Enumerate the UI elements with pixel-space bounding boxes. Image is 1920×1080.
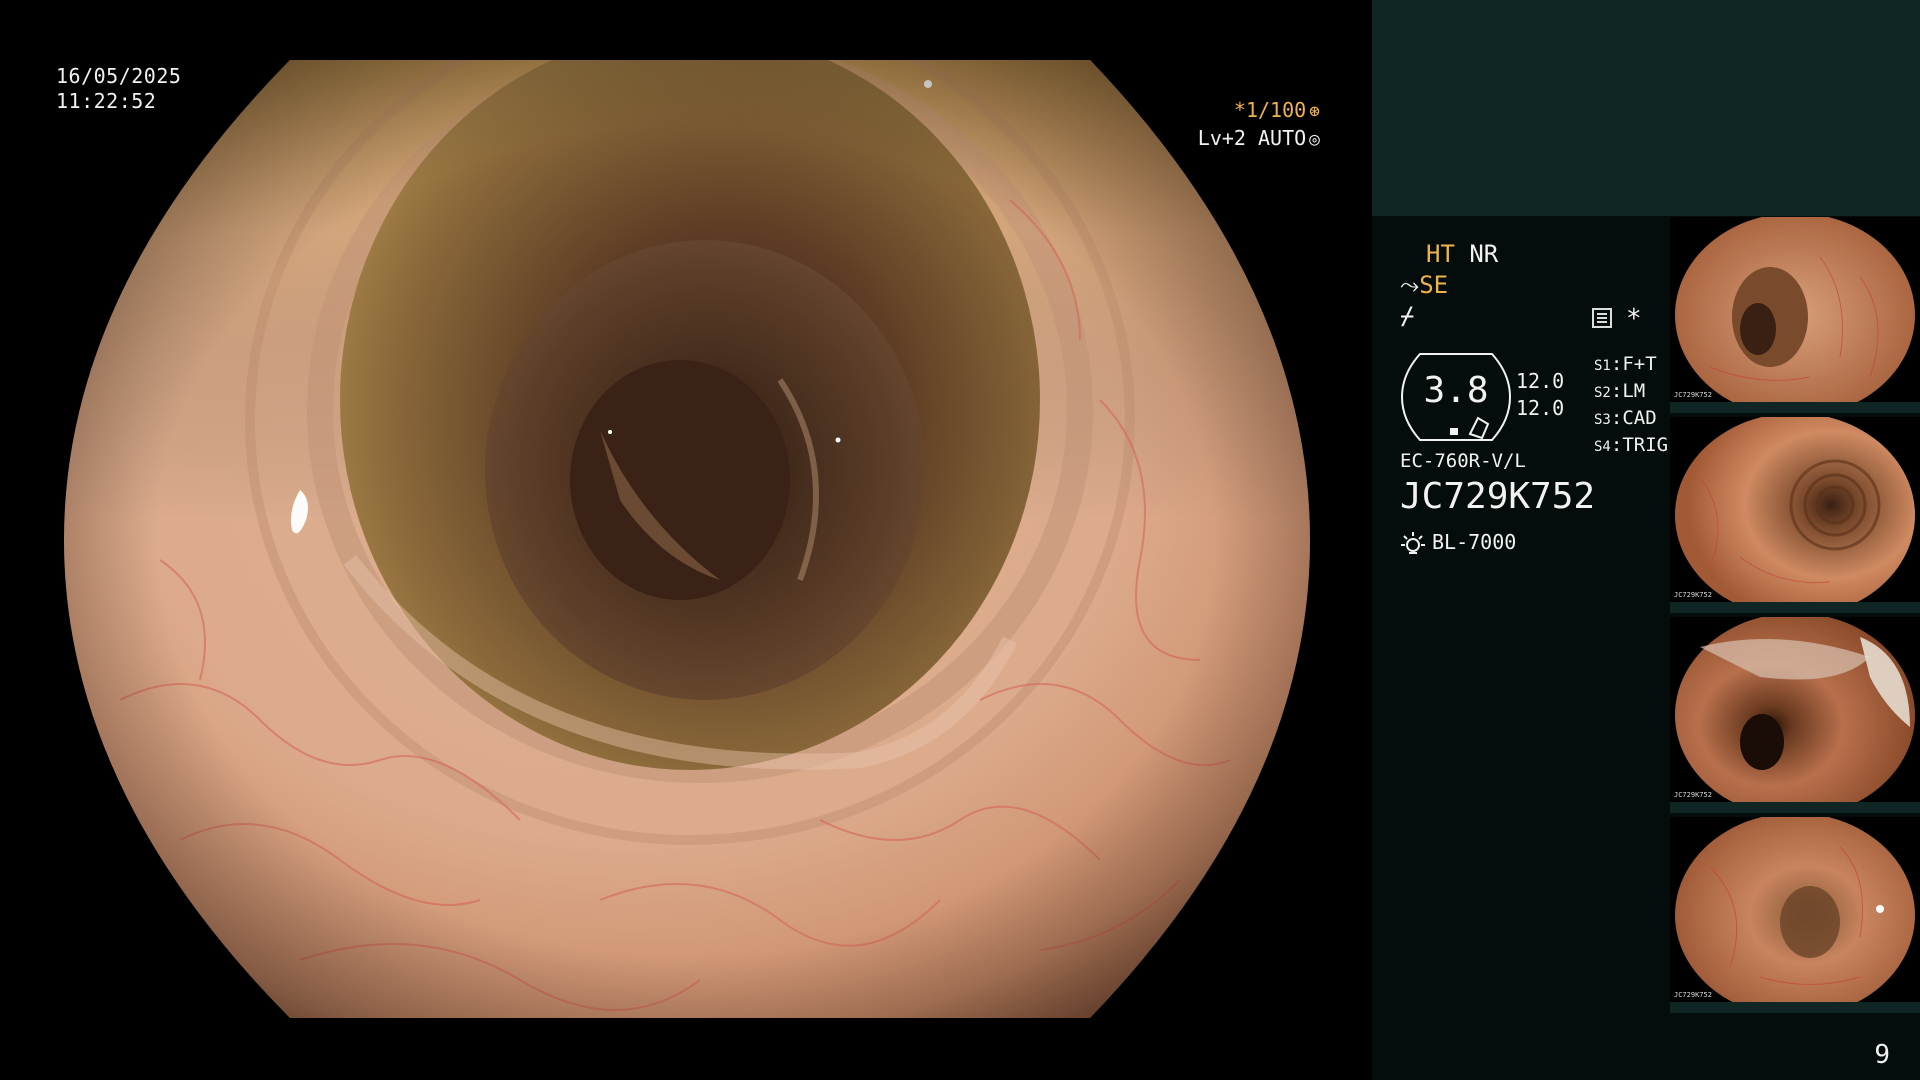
scope-model: EC-760R-V/L [1400, 450, 1526, 472]
thumbnail-label: JC729K752 [1674, 991, 1712, 999]
panel-header-area [1372, 0, 1920, 216]
endoscope-image [64, 60, 1310, 1018]
slot-row: S1:F+T [1594, 353, 1657, 375]
time-text: 11:22:52 [56, 89, 157, 113]
slot-key: S3 [1594, 412, 1611, 428]
endoscope-main-view: 16/05/2025 11:22:52 *1/100 ⊛ Lv+2 AUTO ◎ [0, 0, 1372, 1080]
slot-row: S3:CAD [1594, 407, 1657, 429]
slot-key: S2 [1594, 385, 1611, 401]
slot-key: S4 [1594, 439, 1611, 455]
slot-key: S1 [1594, 358, 1611, 374]
thumbnail-label: JC729K752 [1674, 391, 1712, 399]
settings-info: HT NR ⤳SE ⌿ * 3.8 12.0 12.0 S1:F+T S2:LM… [1400, 240, 1668, 600]
menu-icon [1592, 308, 1612, 328]
thumbnail-image [1670, 617, 1920, 813]
aux-value-1: 12.0 [1516, 369, 1565, 393]
level-text: Lv+2 AUTO [1197, 126, 1307, 150]
ht-label: HT [1426, 240, 1455, 268]
thumbnail[interactable]: JC729K752 [1670, 217, 1920, 413]
thumbnail[interactable]: JC729K752 [1670, 817, 1920, 1013]
lamp-icon [1401, 531, 1425, 554]
ht-nr-row: HT NR [1426, 240, 1498, 268]
scope-serial: JC729K752 [1400, 476, 1596, 517]
slot-value: LM [1622, 380, 1646, 402]
asterisk-icon: * [1626, 304, 1642, 334]
badge-value: 3.8 [1423, 370, 1489, 411]
slot-row: S2:LM [1594, 380, 1646, 402]
slot-value: F+T [1622, 353, 1657, 375]
aux-value-2: 12.0 [1516, 396, 1565, 420]
enhance-icon: ⤳ [1400, 271, 1420, 299]
se-row: ⤳SE [1400, 271, 1448, 299]
light-source: BL-7000 [1400, 530, 1516, 557]
shutter-text: *1/100 [1233, 98, 1307, 122]
nr-label: NR [1469, 240, 1499, 268]
thumbnail[interactable]: JC729K752 [1670, 417, 1920, 613]
thumbnail[interactable]: JC729K752 [1670, 617, 1920, 813]
slot-row: S4:TRIG [1594, 434, 1669, 456]
aux-values: 12.0 12.0 [1516, 368, 1564, 422]
light-source-text: BL-7000 [1432, 530, 1517, 554]
date-time: 16/05/2025 11:22:52 [56, 64, 181, 114]
iris-icon: ◎ [1309, 129, 1320, 150]
slot-value: TRIG [1622, 434, 1669, 456]
zoom-badge: 3.8 [1400, 352, 1512, 442]
aperture-icon: ⊛ [1309, 101, 1320, 122]
info-panel: HT NR ⤳SE ⌿ * 3.8 12.0 12.0 S1:F+T S2:LM… [1372, 0, 1920, 1080]
date-text: 16/05/2025 [56, 64, 182, 88]
se-label: SE [1419, 271, 1449, 299]
thumbnail-label: JC729K752 [1674, 591, 1712, 599]
thumbnail-image [1670, 217, 1920, 413]
thumbnail-image [1670, 817, 1920, 1013]
slot-value: CAD [1622, 407, 1657, 429]
thumbnail-image [1670, 417, 1920, 613]
brightness-level: Lv+2 AUTO ◎ [1198, 126, 1320, 150]
thumbnail-label: JC729K752 [1674, 791, 1712, 799]
switch-assignments: S1:F+T S2:LM S3:CAD S4:TRIG [1594, 352, 1668, 460]
page-number: 9 [1874, 1040, 1890, 1070]
shutter-speed: *1/100 ⊛ [1234, 98, 1320, 122]
structure-icon: ⌿ [1400, 302, 1415, 330]
